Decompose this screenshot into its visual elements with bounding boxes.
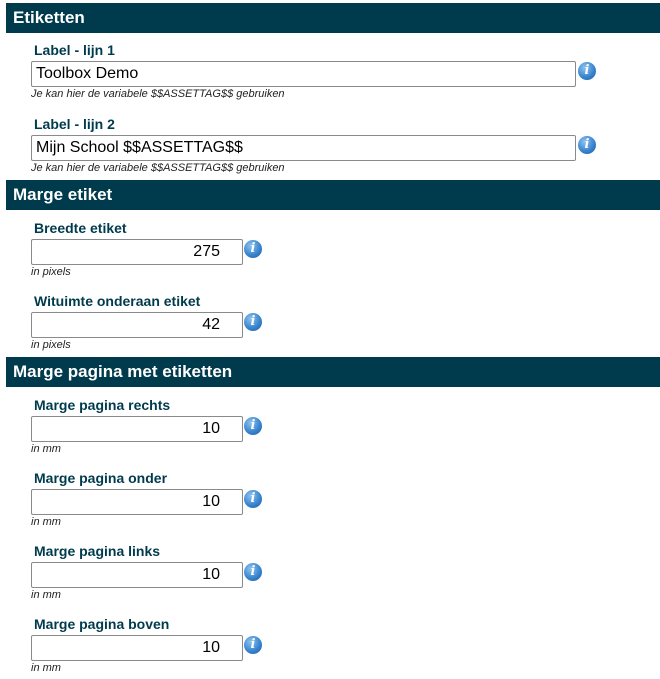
field-label: Marge pagina rechts — [34, 397, 171, 413]
field-hint: Je kan hier de variabele $$ASSETTAG$$ ge… — [31, 88, 285, 100]
info-icon[interactable]: i — [244, 563, 262, 581]
info-icon[interactable]: i — [244, 490, 262, 508]
field-label: Label - lijn 1 — [34, 42, 115, 58]
section-title: Etiketten — [13, 8, 85, 27]
info-icon[interactable]: i — [578, 136, 596, 154]
section-header-etiketten: Etiketten — [6, 3, 660, 33]
info-icon[interactable]: i — [578, 62, 596, 80]
page-margin-left-input[interactable] — [31, 562, 243, 588]
label-bottom-space-input[interactable] — [31, 312, 243, 338]
section-header-marge-pagina: Marge pagina met etiketten — [6, 357, 660, 387]
section-title: Marge pagina met etiketten — [13, 362, 233, 381]
info-icon[interactable]: i — [244, 240, 262, 258]
field-hint: in pixels — [31, 266, 71, 278]
field-label: Marge pagina onder — [34, 470, 168, 486]
label-line-2-input[interactable] — [31, 135, 576, 161]
field-hint: in pixels — [31, 339, 71, 351]
label-width-input[interactable] — [31, 239, 243, 265]
info-icon[interactable]: i — [244, 417, 262, 435]
info-icon[interactable]: i — [244, 313, 262, 331]
field-label: Breedte etiket — [34, 220, 127, 236]
field-label: Wituimte onderaan etiket — [34, 293, 201, 309]
section-header-marge-etiket: Marge etiket — [6, 180, 660, 210]
field-hint: in mm — [31, 589, 61, 601]
field-label: Label - lijn 2 — [34, 116, 115, 132]
page-margin-bottom-input[interactable] — [31, 489, 243, 515]
info-icon[interactable]: i — [244, 636, 262, 654]
page-margin-top-input[interactable] — [31, 635, 243, 661]
label-line-1-input[interactable] — [31, 61, 576, 87]
page-margin-right-input[interactable] — [31, 416, 243, 442]
field-label: Marge pagina links — [34, 543, 161, 559]
section-title: Marge etiket — [13, 185, 113, 204]
field-label: Marge pagina boven — [34, 616, 170, 632]
field-hint: Je kan hier de variabele $$ASSETTAG$$ ge… — [31, 162, 285, 174]
field-hint: in mm — [31, 443, 61, 455]
field-hint: in mm — [31, 516, 61, 528]
field-hint: in mm — [31, 662, 61, 674]
